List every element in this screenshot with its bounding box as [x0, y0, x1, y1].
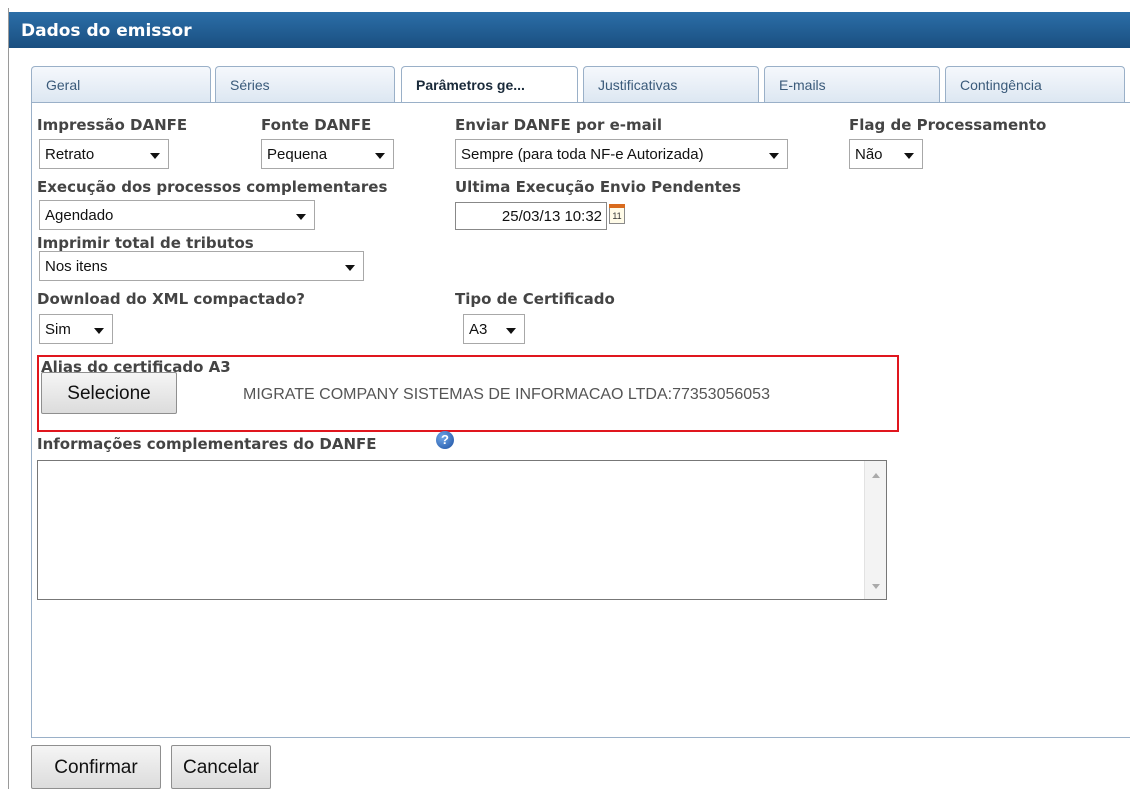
imprimir-total-label: Imprimir total de tributos — [37, 234, 254, 252]
chevron-down-icon — [345, 265, 355, 271]
tipo-certificado-select[interactable]: A3 — [463, 314, 525, 344]
tab-contingencia[interactable]: Contingência — [945, 66, 1125, 102]
tab-geral[interactable]: Geral — [31, 66, 211, 102]
enviar-danfe-select[interactable]: Sempre (para toda NF-e Autorizada) — [455, 139, 788, 169]
tab-justificativas[interactable]: Justificativas — [583, 66, 759, 102]
chevron-down-icon — [94, 328, 104, 334]
ultima-execucao-label: Ultima Execução Envio Pendentes — [455, 178, 741, 196]
imprimir-total-select[interactable]: Nos itens — [39, 251, 364, 281]
tipo-certificado-label: Tipo de Certificado — [455, 290, 615, 308]
execucao-processos-label: Execução dos processos complementares — [37, 178, 388, 196]
download-xml-select[interactable]: Sim — [39, 314, 113, 344]
chevron-down-icon — [904, 153, 914, 159]
download-xml-value: Sim — [45, 321, 71, 338]
tipo-certificado-value: A3 — [469, 321, 488, 338]
execucao-processos-value: Agendado — [45, 207, 114, 224]
calendar-icon[interactable]: 11 — [609, 204, 625, 224]
help-icon[interactable]: ? — [436, 431, 454, 449]
tab-bar: Geral Séries Parâmetros ge... Justificat… — [31, 66, 1130, 104]
confirmar-button[interactable]: Confirmar — [31, 745, 161, 789]
alias-certificado-value: MIGRATE COMPANY SISTEMAS DE INFORMACAO L… — [243, 386, 770, 403]
execucao-processos-select[interactable]: Agendado — [39, 200, 315, 230]
flag-processamento-label: Flag de Processamento — [849, 116, 1047, 134]
scroll-up-icon[interactable] — [872, 473, 880, 478]
flag-processamento-select[interactable]: Não — [849, 139, 923, 169]
impressao-danfe-select[interactable]: Retrato — [39, 139, 169, 169]
enviar-danfe-label: Enviar DANFE por e-mail — [455, 116, 663, 134]
chevron-down-icon — [506, 328, 516, 334]
textarea-scrollbar[interactable] — [864, 461, 886, 599]
impressao-danfe-label: Impressão DANFE — [37, 116, 188, 134]
tab-emails[interactable]: E-mails — [764, 66, 940, 102]
fonte-danfe-label: Fonte DANFE — [261, 116, 372, 134]
chevron-down-icon — [769, 153, 779, 159]
download-xml-label: Download do XML compactado? — [37, 290, 305, 308]
flag-processamento-value: Não — [855, 146, 883, 163]
scroll-down-icon[interactable] — [872, 584, 880, 589]
dialog-window: Dados do emissor Geral Séries Parâmetros… — [8, 8, 1130, 789]
informacoes-label: Informações complementares do DANFE — [37, 435, 377, 453]
chevron-down-icon — [375, 153, 385, 159]
impressao-danfe-value: Retrato — [45, 146, 95, 163]
fonte-danfe-value: Pequena — [267, 146, 328, 163]
ultima-execucao-input[interactable]: 25/03/13 10:32 — [455, 202, 607, 230]
fonte-danfe-select[interactable]: Pequena — [261, 139, 394, 169]
tab-parametros-gerais[interactable]: Parâmetros ge... — [401, 66, 578, 104]
window-title: Dados do emissor — [9, 12, 1130, 48]
enviar-danfe-value: Sempre (para toda NF-e Autorizada) — [461, 146, 704, 163]
tab-series[interactable]: Séries — [215, 66, 395, 102]
cancelar-button[interactable]: Cancelar — [171, 745, 271, 789]
informacoes-textarea[interactable] — [37, 460, 887, 600]
selecione-button[interactable]: Selecione — [41, 372, 177, 414]
chevron-down-icon — [296, 214, 306, 220]
imprimir-total-value: Nos itens — [45, 258, 108, 275]
chevron-down-icon — [150, 153, 160, 159]
